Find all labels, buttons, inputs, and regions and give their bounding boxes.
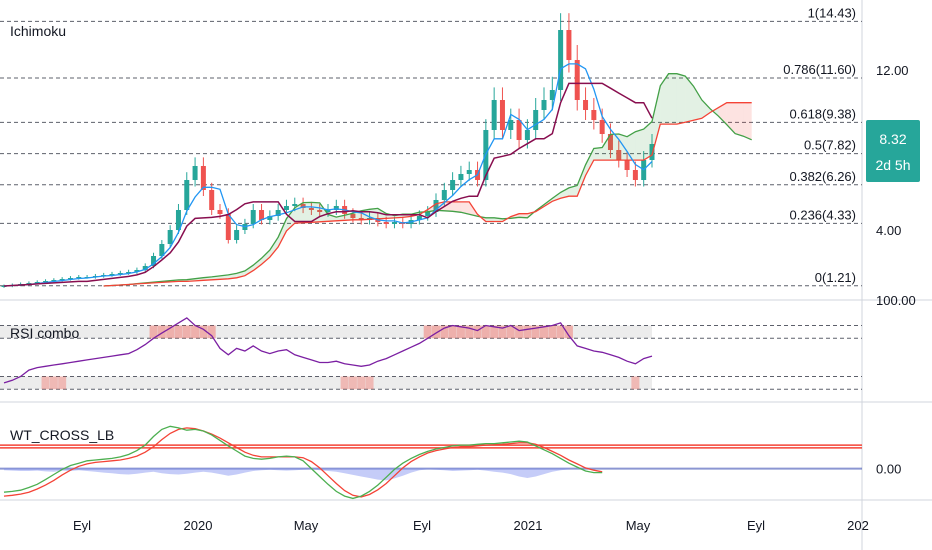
rsi-overbought-highlight bbox=[515, 325, 524, 339]
rsi-title: RSI combo bbox=[10, 325, 79, 341]
rsi-oversold-highlight bbox=[348, 376, 357, 390]
candle-body bbox=[491, 100, 497, 130]
time-axis-label: Eyl bbox=[413, 518, 431, 533]
candle-body bbox=[466, 170, 472, 174]
candle-body bbox=[599, 120, 605, 134]
fib-level-label: 0.618(9.38) bbox=[790, 106, 857, 121]
candle-body bbox=[591, 110, 597, 120]
kumo-cloud-segment bbox=[693, 86, 702, 121]
price-axis-label: 12.00 bbox=[876, 63, 909, 78]
kumo-cloud-segment bbox=[618, 133, 628, 161]
time-axis-label: 2020 bbox=[184, 518, 213, 533]
rsi-oversold-highlight bbox=[58, 376, 67, 390]
candle-body bbox=[250, 210, 256, 224]
fib-level-label: 0.236(4.33) bbox=[790, 207, 857, 222]
rsi-oversold-band bbox=[0, 376, 652, 390]
candle-body bbox=[184, 180, 190, 210]
kumo-cloud-segment bbox=[735, 102, 744, 137]
candle-body bbox=[441, 190, 447, 200]
trading-chart[interactable]: 1(14.43) 0.786(11.60) 0.618(9.38) 0.5(7.82)… bbox=[0, 0, 932, 550]
candle-body bbox=[450, 180, 456, 190]
candle-body bbox=[167, 230, 173, 244]
candle-body bbox=[217, 210, 223, 214]
kumo-cloud-segment bbox=[652, 85, 661, 155]
candle-body bbox=[524, 130, 530, 140]
candle-body bbox=[292, 204, 298, 206]
price-axis-label: 4.00 bbox=[876, 223, 901, 238]
rsi-oversold-highlight bbox=[365, 376, 374, 390]
kumo-cloud-segment bbox=[602, 134, 611, 161]
ichimoku-pane[interactable]: 1(14.43) 0.786(11.60) 0.618(9.38) 0.5(7.82)… bbox=[1, 5, 857, 288]
time-axis-label: May bbox=[626, 518, 651, 533]
candle-body bbox=[632, 170, 638, 180]
kumo-cloud-segment bbox=[676, 73, 686, 125]
wt-axis-label: 0.00 bbox=[876, 462, 901, 477]
kumo-cloud-segment bbox=[743, 102, 752, 140]
candle-body bbox=[200, 166, 206, 190]
time-axis-label: Eyl bbox=[747, 518, 765, 533]
candle-body bbox=[225, 214, 231, 240]
rsi-oversold-highlight bbox=[357, 376, 366, 390]
rsi-overbought-highlight bbox=[548, 325, 557, 339]
rsi-oversold-highlight bbox=[340, 376, 349, 390]
candle-body bbox=[516, 120, 522, 140]
rsi-overbought-highlight bbox=[523, 325, 532, 339]
time-axis-label: 2021 bbox=[514, 518, 543, 533]
candle-body bbox=[234, 230, 240, 240]
candle-body bbox=[583, 100, 589, 110]
fib-level-label: 1(14.43) bbox=[808, 5, 856, 20]
rsi-overbought-highlight bbox=[473, 325, 482, 339]
kumo-cloud-segment bbox=[668, 73, 677, 125]
fib-level-label: 0.786(11.60) bbox=[783, 62, 856, 77]
price-tag: 8.32 2d 5h bbox=[866, 120, 920, 182]
wt-cross-pane[interactable] bbox=[0, 425, 862, 500]
rsi-axis-label: 100.00 bbox=[876, 293, 916, 308]
price-tag-countdown: 2d 5h bbox=[875, 157, 910, 173]
price-tag-value: 8.32 bbox=[879, 131, 906, 147]
candle-body bbox=[192, 166, 198, 180]
kumo-cloud-segment bbox=[452, 201, 461, 213]
rsi-oversold-highlight bbox=[631, 376, 640, 390]
candle-body bbox=[558, 30, 564, 90]
rsi-pane[interactable] bbox=[0, 317, 862, 390]
ichimoku-title: Ichimoku bbox=[10, 23, 66, 39]
candle-body bbox=[458, 174, 464, 180]
chart-grid bbox=[0, 0, 932, 550]
candle-body bbox=[533, 110, 539, 130]
time-axis-label: May bbox=[294, 518, 319, 533]
candle-body bbox=[499, 100, 505, 130]
candle-body bbox=[209, 190, 215, 210]
wt-cross-title: WT_CROSS_LB bbox=[10, 427, 114, 443]
rsi-overbought-highlight bbox=[174, 325, 183, 339]
rsi-overbought-highlight bbox=[448, 325, 457, 339]
kumo-cloud-segment bbox=[685, 76, 694, 123]
rsi-overbought-highlight bbox=[182, 325, 191, 339]
fib-level-label: 0.382(6.26) bbox=[790, 169, 857, 184]
kumo-cloud-segment bbox=[303, 202, 312, 223]
time-axis-label: 202 bbox=[847, 518, 869, 533]
candle-body bbox=[574, 60, 580, 100]
wt-histogram-area bbox=[4, 468, 569, 481]
candle-body bbox=[566, 30, 572, 60]
candle-body bbox=[541, 100, 547, 110]
time-axis-label: Eyl bbox=[73, 518, 91, 533]
candle-body bbox=[624, 160, 630, 170]
candle-body bbox=[283, 206, 289, 210]
kumo-cloud-segment bbox=[593, 147, 603, 161]
fib-level-label: 0.5(7.82) bbox=[804, 138, 856, 153]
kumo-cloud-segment bbox=[660, 73, 669, 125]
rsi-oversold-highlight bbox=[49, 376, 58, 390]
candle-body bbox=[383, 222, 389, 224]
rsi-oversold-highlight bbox=[41, 376, 50, 390]
tenkan-sen-line bbox=[3, 63, 653, 287]
kumo-cloud-segment bbox=[718, 102, 727, 125]
candle-body bbox=[391, 222, 397, 224]
fib-level-label: 0(1.21) bbox=[815, 270, 856, 285]
kumo-cloud-segment bbox=[635, 129, 644, 161]
